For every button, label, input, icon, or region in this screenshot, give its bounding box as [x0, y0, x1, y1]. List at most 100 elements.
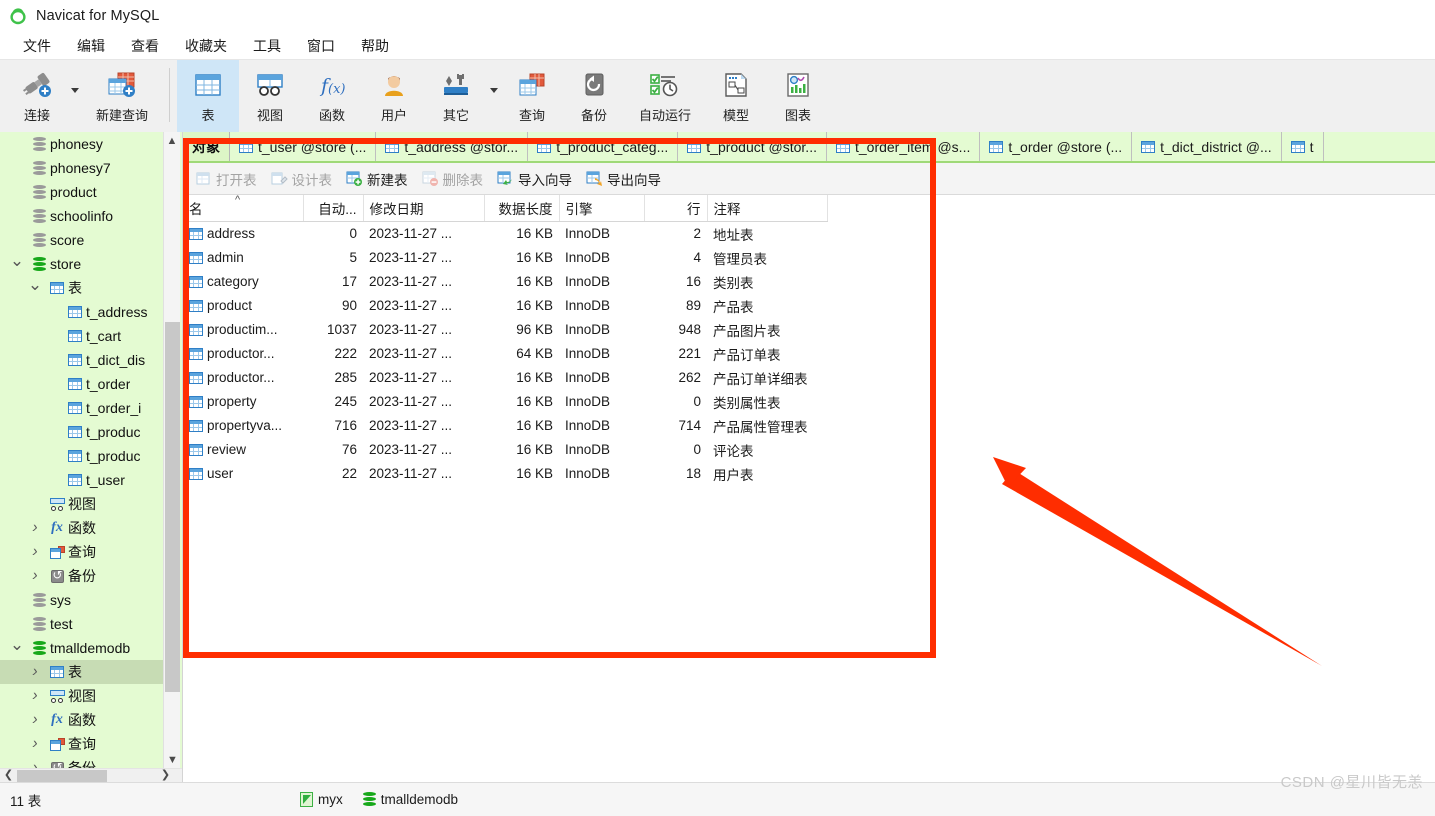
chevron-right-icon[interactable] — [24, 688, 46, 704]
chevron-down-icon[interactable] — [6, 640, 28, 657]
chevron-right-icon[interactable] — [24, 736, 46, 752]
sidebar-scroll-thumb[interactable] — [165, 322, 180, 692]
toolbar-button-view[interactable]: 视图 — [239, 60, 301, 132]
table-row[interactable]: propertyva... 716 2023-11-27 ... 16 KB InnoD… — [183, 414, 827, 438]
sidebar-horizontal-scrollbar[interactable]: ❮ ❯ — [0, 768, 182, 782]
tree-node-phonesy[interactable]: phonesy — [0, 132, 164, 156]
col-header-modified[interactable]: 修改日期 — [363, 195, 485, 222]
tab-table-1[interactable]: t_user @store (... — [230, 132, 377, 161]
tree-node-product[interactable]: product — [0, 180, 164, 204]
tab-bar[interactable]: 对象 t_user @store (... t_address @stor... t_… — [183, 132, 1435, 163]
tree-node-t_produc[interactable]: t_produc — [0, 444, 164, 468]
tree-node-test[interactable]: test — [0, 612, 164, 636]
menu-file[interactable]: 文件 — [10, 33, 64, 59]
toolbar-button-backup[interactable]: 备份 — [563, 60, 625, 132]
table-row[interactable]: productor... 285 2023-11-27 ... 16 KB InnoDB… — [183, 366, 827, 390]
menu-tools[interactable]: 工具 — [240, 33, 294, 59]
toolbar-button-function[interactable]: f (x) 函数 — [301, 60, 363, 132]
table-row[interactable]: product 90 2023-11-27 ... 16 KB InnoDB 89 产品表 — [183, 294, 827, 318]
tree-node-t_order_i[interactable]: t_order_i — [0, 396, 164, 420]
chevron-right-icon[interactable] — [24, 544, 46, 560]
scroll-left-icon[interactable]: ❮ — [0, 770, 17, 781]
object-toolbar-import-wizard[interactable]: 导入向导 — [490, 166, 579, 192]
menu-edit[interactable]: 编辑 — [64, 33, 118, 59]
menu-help[interactable]: 帮助 — [348, 33, 402, 59]
toolbar-button-other[interactable]: 其它 — [425, 60, 487, 132]
tree-node-[interactable]: fx 函数 — [0, 708, 164, 732]
sidebar-hscroll-thumb[interactable] — [17, 769, 107, 782]
table-icon — [64, 354, 86, 366]
menu-view[interactable]: 查看 — [118, 33, 172, 59]
tree-node-[interactable]: 视图 — [0, 684, 164, 708]
scroll-right-icon[interactable]: ❯ — [157, 770, 174, 781]
object-toolbar-export-wizard[interactable]: 导出向导 — [579, 166, 668, 192]
tree-node-tmalldemodb[interactable]: tmalldemodb — [0, 636, 164, 660]
tab-table-5[interactable]: t_order_item @s... — [827, 132, 981, 161]
tree-node-[interactable]: 备份 — [0, 564, 164, 588]
sidebar-vertical-scrollbar[interactable]: ▲ ▼ — [163, 132, 180, 768]
table-row[interactable]: productor... 222 2023-11-27 ... 64 KB InnoDB… — [183, 342, 827, 366]
table-row[interactable]: property 245 2023-11-27 ... 16 KB InnoDB 0 类别属… — [183, 390, 827, 414]
table-row[interactable]: productim... 1037 2023-11-27 ... 96 KB InnoD… — [183, 318, 827, 342]
tree-node-phonesy7[interactable]: phonesy7 — [0, 156, 164, 180]
tree-node-[interactable]: fx 函数 — [0, 516, 164, 540]
connection-dropdown-caret[interactable] — [68, 60, 82, 132]
tree-node-t_cart[interactable]: t_cart — [0, 324, 164, 348]
col-header-data-length[interactable]: 数据长度 — [484, 195, 560, 222]
tab-table-4[interactable]: t_product @stor... — [678, 132, 827, 161]
tree-node-[interactable]: 表 — [0, 660, 164, 684]
tree-node-store[interactable]: store — [0, 252, 164, 276]
tree-node-[interactable]: 查询 — [0, 540, 164, 564]
tree-node-t_user[interactable]: t_user — [0, 468, 164, 492]
chevron-right-icon[interactable] — [24, 664, 46, 680]
table-row[interactable]: admin 5 2023-11-27 ... 16 KB InnoDB 4 管理员表 — [183, 246, 827, 270]
tree-node-schoolinfo[interactable]: schoolinfo — [0, 204, 164, 228]
tree-node-t_order[interactable]: t_order — [0, 372, 164, 396]
toolbar-button-table[interactable]: 表 — [177, 60, 239, 132]
toolbar-button-model[interactable]: 模型 — [705, 60, 767, 132]
scroll-down-icon[interactable]: ▼ — [164, 751, 181, 768]
chevron-right-icon[interactable] — [24, 520, 46, 536]
tree-node-[interactable]: 表 — [0, 276, 164, 300]
tree-node-[interactable]: 查询 — [0, 732, 164, 756]
toolbar-button-new-query[interactable]: 新建查询 — [82, 60, 162, 132]
toolbar-button-user[interactable]: 用户 — [363, 60, 425, 132]
chevron-down-icon[interactable] — [24, 280, 46, 297]
table-row[interactable]: review 76 2023-11-27 ... 16 KB InnoDB 0 评论表 — [183, 438, 827, 462]
table-row[interactable]: category 17 2023-11-27 ... 16 KB InnoDB 16 类别表 — [183, 270, 827, 294]
tree-node-[interactable]: 视图 — [0, 492, 164, 516]
menu-favorites[interactable]: 收藏夹 — [172, 33, 240, 59]
tree-node-t_address[interactable]: t_address — [0, 300, 164, 324]
tab-objects[interactable]: 对象 — [183, 132, 230, 161]
chevron-right-icon[interactable] — [24, 568, 46, 584]
toolbar-button-query[interactable]: 查询 — [501, 60, 563, 132]
tree-node-t_dict_dis[interactable]: t_dict_dis — [0, 348, 164, 372]
col-header-rows[interactable]: 行 — [644, 195, 708, 222]
tab-table-2[interactable]: t_address @stor... — [376, 132, 529, 161]
tree-node-score[interactable]: score — [0, 228, 164, 252]
chevron-right-icon[interactable] — [24, 712, 46, 728]
col-header-comment[interactable]: 注释 — [707, 195, 828, 222]
object-toolbar-new-table[interactable]: 新建表 — [339, 166, 415, 192]
chevron-down-icon[interactable] — [6, 256, 28, 273]
menu-window[interactable]: 窗口 — [294, 33, 348, 59]
other-dropdown-caret[interactable] — [487, 60, 501, 132]
table-row[interactable]: address 0 2023-11-27 ... 16 KB InnoDB 2 地址表 — [183, 221, 827, 246]
tab-table-8[interactable]: t — [1282, 132, 1324, 161]
col-header-auto[interactable]: 自动... — [303, 195, 364, 222]
object-toolbar-delete-table: 删除表 — [415, 166, 491, 192]
tab-table-6[interactable]: t_order @store (... — [980, 132, 1133, 161]
object-grid-area[interactable]: 名 ^ 自动... 修改日期 数据长度 引擎 行 注释 address 0 2023-… — [183, 195, 1435, 782]
col-header-name[interactable]: 名 ^ — [183, 195, 304, 222]
toolbar-button-connection[interactable]: 连接 — [6, 60, 68, 132]
toolbar-button-automation[interactable]: 自动运行 — [625, 60, 705, 132]
col-header-engine[interactable]: 引擎 — [559, 195, 645, 222]
toolbar-button-chart[interactable]: 图表 — [767, 60, 829, 132]
tab-table-7[interactable]: t_dict_district @... — [1132, 132, 1282, 161]
tree-node-t_produc[interactable]: t_produc — [0, 420, 164, 444]
scroll-up-icon[interactable]: ▲ — [164, 132, 180, 149]
tree-node-sys[interactable]: sys — [0, 588, 164, 612]
database-tree[interactable]: phonesy phonesy7 product schoolinfo score sto… — [0, 132, 164, 776]
table-row[interactable]: user 22 2023-11-27 ... 16 KB InnoDB 18 用户表 — [183, 462, 827, 486]
tab-table-3[interactable]: t_product_categ... — [528, 132, 679, 161]
